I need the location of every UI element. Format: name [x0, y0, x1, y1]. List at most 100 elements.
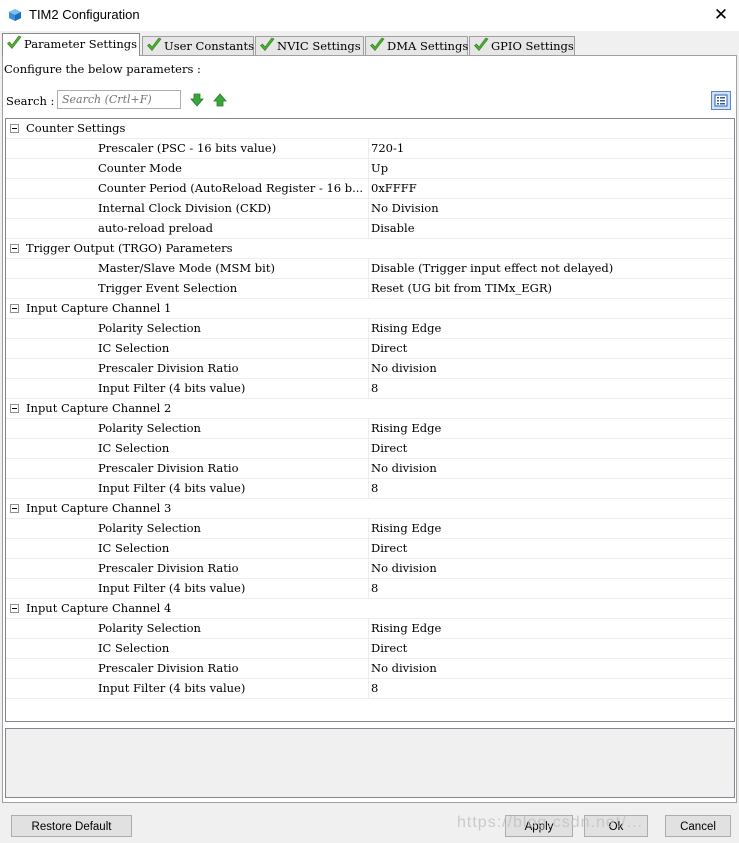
parameter-value[interactable]: Rising Edge	[371, 619, 733, 638]
parameter-value[interactable]: 8	[371, 579, 733, 598]
tab-label: Parameter Settings	[24, 37, 137, 51]
tab-gpio-settings[interactable]: GPIO Settings	[469, 36, 575, 55]
collapse-toggle-icon[interactable]	[10, 404, 19, 413]
parameter-name: Prescaler Division Ratio	[98, 661, 239, 675]
column-separator	[368, 419, 369, 438]
parameter-value[interactable]: No Division	[371, 199, 733, 218]
ok-button[interactable]: Ok	[584, 815, 648, 837]
green-up-arrow-icon[interactable]	[213, 93, 227, 107]
parameter-row: Prescaler Division Ratio No division	[6, 359, 734, 379]
parameter-row: Input Filter (4 bits value) 8	[6, 579, 734, 599]
group-title: Input Capture Channel 2	[26, 401, 172, 415]
parameter-row: Prescaler Division Ratio No division	[6, 559, 734, 579]
parameter-value[interactable]: Disable	[371, 219, 733, 238]
tab-parameter-settings[interactable]: Parameter Settings	[2, 33, 140, 56]
collapse-toggle-icon[interactable]	[10, 304, 19, 313]
group-header: Input Capture Channel 3	[6, 499, 734, 519]
parameter-name: Input Filter (4 bits value)	[98, 681, 246, 695]
description-box	[5, 728, 735, 798]
parameter-value[interactable]: No division	[371, 459, 733, 478]
cancel-button[interactable]: Cancel	[665, 815, 731, 837]
column-separator	[368, 219, 369, 238]
restore-default-button[interactable]: Restore Default	[11, 815, 132, 837]
column-separator	[368, 479, 369, 498]
parameter-row: auto-reload preload Disable	[6, 219, 734, 239]
column-separator	[368, 639, 369, 658]
parameter-row: Prescaler (PSC - 16 bits value) 720-1	[6, 139, 734, 159]
parameter-value[interactable]: Direct	[371, 639, 733, 658]
column-separator	[368, 179, 369, 198]
collapse-toggle-icon[interactable]	[10, 604, 19, 613]
parameter-value[interactable]: Disable (Trigger input effect not delaye…	[371, 259, 733, 278]
parameter-name: Polarity Selection	[98, 621, 201, 635]
column-separator	[368, 319, 369, 338]
parameter-value[interactable]: Rising Edge	[371, 319, 733, 338]
column-separator	[368, 619, 369, 638]
parameter-value[interactable]: No division	[371, 559, 733, 578]
column-separator	[368, 519, 369, 538]
collapse-toggle-icon[interactable]	[10, 124, 19, 133]
parameter-value[interactable]: 8	[371, 379, 733, 398]
green-down-arrow-icon[interactable]	[190, 93, 204, 107]
tab-label: DMA Settings	[387, 39, 469, 53]
tab-label: NVIC Settings	[277, 39, 361, 53]
parameter-value[interactable]: 0xFFFF	[371, 179, 733, 198]
parameter-row: Polarity Selection Rising Edge	[6, 319, 734, 339]
parameter-row: Counter Period (AutoReload Register - 16…	[6, 179, 734, 199]
group-header: Input Capture Channel 4	[6, 599, 734, 619]
parameter-value[interactable]: Direct	[371, 339, 733, 358]
parameter-row: IC Selection Direct	[6, 439, 734, 459]
search-input[interactable]	[57, 90, 181, 109]
column-separator	[368, 559, 369, 578]
parameter-name: IC Selection	[98, 641, 170, 655]
parameter-name: Input Filter (4 bits value)	[98, 481, 246, 495]
collapse-toggle-icon[interactable]	[10, 504, 19, 513]
cube-icon	[9, 9, 21, 21]
parameter-value[interactable]: Up	[371, 159, 733, 178]
parameter-row: Input Filter (4 bits value) 8	[6, 679, 734, 699]
parameter-row: Polarity Selection Rising Edge	[6, 519, 734, 539]
close-icon[interactable]: ✕	[711, 5, 731, 25]
parameter-value[interactable]: Rising Edge	[371, 519, 733, 538]
parameter-value[interactable]: No division	[371, 659, 733, 678]
column-separator	[368, 279, 369, 298]
parameter-row: Input Filter (4 bits value) 8	[6, 479, 734, 499]
parameter-name: Counter Period (AutoReload Register - 16…	[98, 181, 364, 195]
parameter-name: Polarity Selection	[98, 521, 201, 535]
column-separator	[368, 659, 369, 678]
parameter-row: Master/Slave Mode (MSM bit) Disable (Trig…	[6, 259, 734, 279]
column-separator	[368, 679, 369, 698]
tab-nvic-settings[interactable]: NVIC Settings	[255, 36, 364, 55]
apply-button[interactable]: Apply	[505, 815, 573, 837]
parameter-value[interactable]: Direct	[371, 439, 733, 458]
parameter-row: Internal Clock Division (CKD) No Division	[6, 199, 734, 219]
parameter-value[interactable]: 8	[371, 679, 733, 698]
parameter-value[interactable]: No division	[371, 359, 733, 378]
column-separator	[368, 579, 369, 598]
parameter-row: IC Selection Direct	[6, 339, 734, 359]
parameter-row: Polarity Selection Rising Edge	[6, 419, 734, 439]
list-view-button[interactable]	[711, 91, 731, 110]
parameter-row: Polarity Selection Rising Edge	[6, 619, 734, 639]
parameter-row: Prescaler Division Ratio No division	[6, 459, 734, 479]
column-separator	[368, 199, 369, 218]
parameter-row: IC Selection Direct	[6, 639, 734, 659]
parameter-value[interactable]: Reset (UG bit from TIMx_EGR)	[371, 279, 733, 298]
parameter-name: Polarity Selection	[98, 421, 201, 435]
collapse-toggle-icon[interactable]	[10, 244, 19, 253]
parameter-value[interactable]: 720-1	[371, 139, 733, 158]
parameter-name: Internal Clock Division (CKD)	[98, 201, 272, 215]
parameter-row: Prescaler Division Ratio No division	[6, 659, 734, 679]
parameter-name: Prescaler Division Ratio	[98, 561, 239, 575]
parameter-row: Input Filter (4 bits value) 8	[6, 379, 734, 399]
parameter-name: Input Filter (4 bits value)	[98, 581, 246, 595]
parameter-value[interactable]: 8	[371, 479, 733, 498]
parameter-value[interactable]: Rising Edge	[371, 419, 733, 438]
parameter-row: Counter Mode Up	[6, 159, 734, 179]
parameter-name: IC Selection	[98, 441, 170, 455]
parameter-value[interactable]: Direct	[371, 539, 733, 558]
column-separator	[368, 339, 369, 358]
tab-user-constants[interactable]: User Constants	[142, 36, 254, 55]
tab-dma-settings[interactable]: DMA Settings	[365, 36, 468, 55]
column-separator	[368, 379, 369, 398]
